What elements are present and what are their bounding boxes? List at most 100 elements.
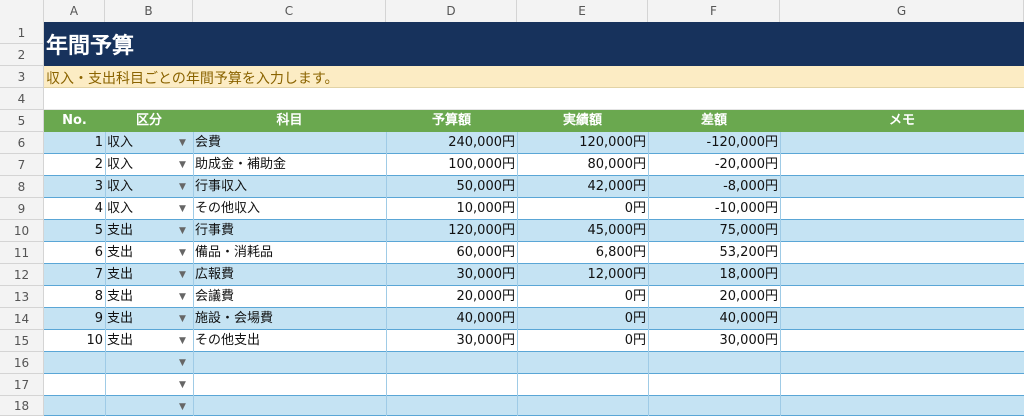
- item-cell[interactable]: 会費: [195, 132, 386, 154]
- dropdown-arrow-icon[interactable]: ▼: [179, 132, 186, 154]
- budget-cell[interactable]: 100,000円: [386, 154, 517, 176]
- budget-cell[interactable]: [386, 396, 517, 416]
- dropdown-arrow-icon[interactable]: ▼: [179, 154, 186, 176]
- item-cell[interactable]: [195, 352, 386, 374]
- actual-cell[interactable]: 6,800円: [517, 242, 648, 264]
- diff-cell[interactable]: -10,000円: [648, 198, 780, 220]
- actual-cell[interactable]: 0円: [517, 286, 648, 308]
- memo-cell[interactable]: [780, 154, 1024, 176]
- diff-cell[interactable]: 20,000円: [648, 286, 780, 308]
- row-header-12[interactable]: 12: [0, 264, 44, 286]
- dropdown-arrow-icon[interactable]: ▼: [179, 396, 186, 418]
- diff-cell[interactable]: 53,200円: [648, 242, 780, 264]
- budget-cell[interactable]: 10,000円: [386, 198, 517, 220]
- actual-cell[interactable]: 12,000円: [517, 264, 648, 286]
- row-number-cell[interactable]: 4: [44, 198, 105, 220]
- budget-cell[interactable]: 50,000円: [386, 176, 517, 198]
- row-header-18[interactable]: 18: [0, 396, 44, 416]
- item-cell[interactable]: その他支出: [195, 330, 386, 352]
- dropdown-arrow-icon[interactable]: ▼: [179, 374, 186, 396]
- row-number-cell[interactable]: [44, 396, 105, 416]
- row-header-9[interactable]: 9: [0, 198, 44, 220]
- actual-cell[interactable]: 80,000円: [517, 154, 648, 176]
- row-number-cell[interactable]: 10: [44, 330, 105, 352]
- memo-cell[interactable]: [780, 198, 1024, 220]
- memo-cell[interactable]: [780, 330, 1024, 352]
- budget-cell[interactable]: 240,000円: [386, 132, 517, 154]
- row-number-cell[interactable]: 6: [44, 242, 105, 264]
- budget-cell[interactable]: 120,000円: [386, 220, 517, 242]
- memo-cell[interactable]: [780, 352, 1024, 374]
- column-header-e[interactable]: E: [517, 0, 648, 22]
- diff-cell[interactable]: -20,000円: [648, 154, 780, 176]
- dropdown-arrow-icon[interactable]: ▼: [179, 308, 186, 330]
- row-header-5[interactable]: 5: [0, 110, 44, 132]
- memo-cell[interactable]: [780, 176, 1024, 198]
- row-header-8[interactable]: 8: [0, 176, 44, 198]
- dropdown-arrow-icon[interactable]: ▼: [179, 286, 186, 308]
- row-number-cell[interactable]: 2: [44, 154, 105, 176]
- row-number-cell[interactable]: 8: [44, 286, 105, 308]
- diff-cell[interactable]: 30,000円: [648, 330, 780, 352]
- row-number-cell[interactable]: 1: [44, 132, 105, 154]
- row-number-cell[interactable]: 5: [44, 220, 105, 242]
- item-cell[interactable]: 施設・会場費: [195, 308, 386, 330]
- row-header-3[interactable]: 3: [0, 66, 44, 88]
- memo-cell[interactable]: [780, 264, 1024, 286]
- row-header-13[interactable]: 13: [0, 286, 44, 308]
- diff-cell[interactable]: 18,000円: [648, 264, 780, 286]
- actual-cell[interactable]: 0円: [517, 198, 648, 220]
- budget-cell[interactable]: 30,000円: [386, 330, 517, 352]
- row-header-2[interactable]: 2: [0, 44, 44, 66]
- budget-cell[interactable]: 20,000円: [386, 286, 517, 308]
- diff-cell[interactable]: 75,000円: [648, 220, 780, 242]
- budget-cell[interactable]: 30,000円: [386, 264, 517, 286]
- diff-cell[interactable]: [648, 396, 780, 416]
- item-cell[interactable]: その他収入: [195, 198, 386, 220]
- row-header-6[interactable]: 6: [0, 132, 44, 154]
- actual-cell[interactable]: 42,000円: [517, 176, 648, 198]
- item-cell[interactable]: 会議費: [195, 286, 386, 308]
- memo-cell[interactable]: [780, 286, 1024, 308]
- memo-cell[interactable]: [780, 374, 1024, 396]
- row-header-16[interactable]: 16: [0, 352, 44, 374]
- actual-cell[interactable]: 120,000円: [517, 132, 648, 154]
- column-header-a[interactable]: A: [44, 0, 105, 22]
- item-cell[interactable]: [195, 396, 386, 416]
- column-header-g[interactable]: G: [780, 0, 1024, 22]
- dropdown-arrow-icon[interactable]: ▼: [179, 242, 186, 264]
- diff-cell[interactable]: -120,000円: [648, 132, 780, 154]
- actual-cell[interactable]: [517, 396, 648, 416]
- item-cell[interactable]: 助成金・補助金: [195, 154, 386, 176]
- diff-cell[interactable]: [648, 352, 780, 374]
- row-header-15[interactable]: 15: [0, 330, 44, 352]
- row-header-11[interactable]: 11: [0, 242, 44, 264]
- row-header-17[interactable]: 17: [0, 374, 44, 396]
- memo-cell[interactable]: [780, 308, 1024, 330]
- actual-cell[interactable]: 45,000円: [517, 220, 648, 242]
- budget-cell[interactable]: 60,000円: [386, 242, 517, 264]
- budget-cell[interactable]: [386, 352, 517, 374]
- item-cell[interactable]: 行事収入: [195, 176, 386, 198]
- dropdown-arrow-icon[interactable]: ▼: [179, 198, 186, 220]
- select-all-corner[interactable]: [0, 0, 44, 22]
- actual-cell[interactable]: 0円: [517, 330, 648, 352]
- column-header-c[interactable]: C: [193, 0, 386, 22]
- budget-cell[interactable]: [386, 374, 517, 396]
- row-number-cell[interactable]: 9: [44, 308, 105, 330]
- item-cell[interactable]: 広報費: [195, 264, 386, 286]
- dropdown-arrow-icon[interactable]: ▼: [179, 220, 186, 242]
- memo-cell[interactable]: [780, 242, 1024, 264]
- actual-cell[interactable]: [517, 374, 648, 396]
- row-header-4[interactable]: 4: [0, 88, 44, 110]
- row-header-7[interactable]: 7: [0, 154, 44, 176]
- row-number-cell[interactable]: 7: [44, 264, 105, 286]
- row-number-cell[interactable]: 3: [44, 176, 105, 198]
- actual-cell[interactable]: 0円: [517, 308, 648, 330]
- budget-cell[interactable]: 40,000円: [386, 308, 517, 330]
- item-cell[interactable]: 備品・消耗品: [195, 242, 386, 264]
- memo-cell[interactable]: [780, 132, 1024, 154]
- memo-cell[interactable]: [780, 396, 1024, 416]
- dropdown-arrow-icon[interactable]: ▼: [179, 330, 186, 352]
- memo-cell[interactable]: [780, 220, 1024, 242]
